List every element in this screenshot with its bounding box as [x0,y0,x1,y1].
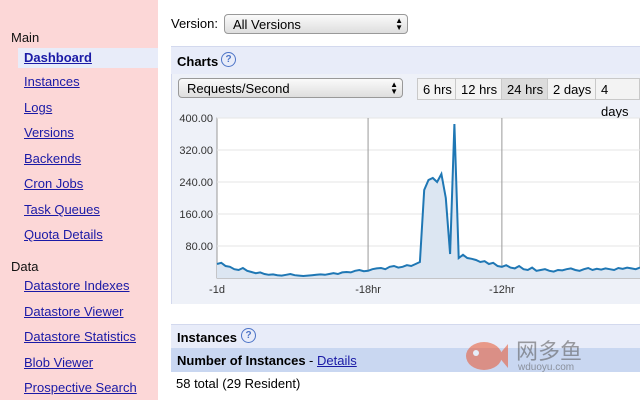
y-tick-label: 80.00 [185,241,213,253]
watermark: 网多鱼 wduoyu.com [462,332,622,382]
sidebar-item-blob-viewer[interactable]: Blob Viewer [24,355,93,370]
y-tick-label: 160.00 [179,209,213,221]
instances-details-link[interactable]: Details [317,353,357,368]
sidebar-item-versions[interactable]: Versions [24,125,74,140]
sidebar-item-dashboard[interactable]: Dashboard [18,48,162,68]
sidebar-heading-main: Main [11,30,40,45]
sidebar-item-prospective-search[interactable]: Prospective Search [24,380,137,395]
watermark-url: wduoyu.com [518,362,575,373]
y-tick-label: 240.00 [179,177,213,189]
requests-chart: 400.00 320.00 240.00 160.00 80.00 -1d -18hr -12… [179,113,640,296]
instances-sub-label: Number of Instances [177,353,306,368]
charts-header: Charts ? [171,46,640,75]
sidebar-item-backends[interactable]: Backends [24,151,81,166]
x-tick-label: -12hr [489,284,515,296]
fish-logo-icon [466,342,508,370]
metric-select-value: Requests/Second [187,81,290,96]
help-icon[interactable]: ? [241,328,256,343]
version-select[interactable]: All Versions ▲ ▼ [224,14,408,34]
range-2days-button[interactable]: 2 days [547,78,598,100]
y-tick-label: 400.00 [179,113,213,125]
sidebar: Main Dashboard Instances Logs Versions B… [0,0,162,400]
sidebar-item-datastore-viewer[interactable]: Datastore Viewer [24,304,123,319]
range-4days-button[interactable]: 4 days [595,78,640,119]
select-arrows-icon: ▲ ▼ [395,16,403,32]
range-24hrs-button[interactable]: 24 hrs [501,78,550,100]
metric-select[interactable]: Requests/Second ▲ ▼ [178,78,403,98]
sidebar-item-cron-jobs[interactable]: Cron Jobs [24,176,83,191]
sidebar-item-quota-details[interactable]: Quota Details [24,227,103,242]
sidebar-item-datastore-statistics[interactable]: Datastore Statistics [24,329,136,344]
charts-title: Charts [177,54,219,69]
instances-sub-separator: - [309,353,314,368]
y-tick-label: 320.00 [179,145,213,157]
sidebar-item-datastore-indexes[interactable]: Datastore Indexes [24,278,130,293]
version-label: Version: [171,16,218,31]
sidebar-item-logs[interactable]: Logs [24,100,52,115]
version-select-value: All Versions [233,17,301,32]
sidebar-item-instances[interactable]: Instances [24,74,80,89]
instances-title: Instances [177,330,237,345]
select-arrows-icon: ▲ ▼ [390,80,398,96]
range-12hrs-button[interactable]: 12 hrs [455,78,504,100]
x-tick-label: -18hr [355,284,381,296]
sidebar-heading-data: Data [11,259,39,274]
help-icon[interactable]: ? [221,52,236,67]
x-tick-label: -1d [209,284,225,296]
sidebar-item-task-queues[interactable]: Task Queues [24,202,100,217]
range-6hrs-button[interactable]: 6 hrs [417,78,458,100]
instances-total: 58 total (29 Resident) [176,376,301,391]
